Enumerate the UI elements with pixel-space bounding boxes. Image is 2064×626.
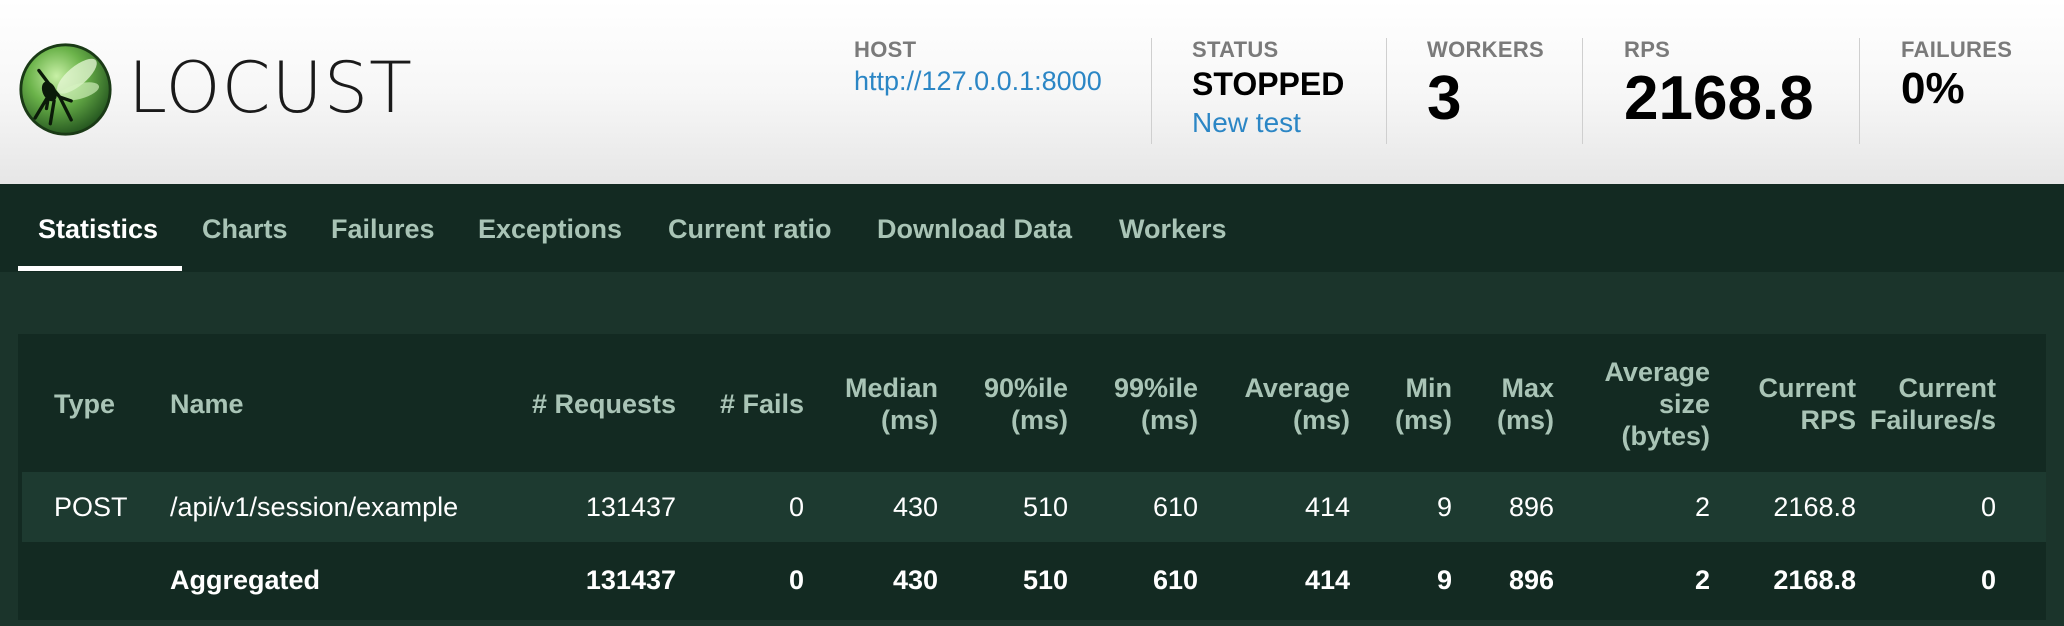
aggregated-current-rps: 2168.8 [1773, 565, 1856, 595]
cell-median: 430 [892, 492, 938, 522]
aggregated-name: Aggregated [170, 565, 321, 595]
col-header-current-failures-2: Failures/s [1869, 405, 1996, 435]
cell-fails: 0 [788, 492, 804, 522]
rps-label: RPS [1624, 37, 1671, 62]
host-label: HOST [854, 37, 917, 62]
col-header-requests[interactable]: # Requests [532, 388, 676, 420]
workers-label: WORKERS [1427, 37, 1544, 62]
divider [1151, 38, 1152, 144]
cell-type: POST [54, 492, 128, 522]
col-header-avg-size-unit: (bytes) [1621, 421, 1710, 451]
col-header-p90-unit: (ms) [1010, 405, 1068, 435]
host-link[interactable]: http://127.0.0.1:8000 [854, 64, 1102, 98]
cell-avg-size: 2 [1694, 492, 1710, 522]
rps-value: 2168.8 [1624, 64, 1814, 133]
rps-stat: RPS 2168.8 [1624, 38, 1814, 134]
status-stat: STATUS STOPPED New test [1192, 38, 1344, 140]
col-header-p99[interactable]: 99%ile [1114, 372, 1198, 404]
cell-min: 9 [1436, 492, 1452, 522]
aggregated-avg-size: 2 [1694, 565, 1710, 595]
col-header-avg-size-2: size [1658, 389, 1710, 419]
active-tab-indicator [18, 266, 182, 271]
cell-current-failures: 0 [1980, 492, 1996, 522]
col-header-fails[interactable]: # Fails [720, 388, 804, 420]
aggregated-p90: 510 [1022, 565, 1068, 595]
col-header-average[interactable]: Average [1244, 372, 1350, 404]
aggregated-average: 414 [1304, 565, 1350, 595]
status-value: STOPPED [1192, 66, 1345, 102]
col-header-p99-unit: (ms) [1140, 405, 1198, 435]
failures-value: 0% [1901, 64, 1965, 113]
aggregated-current-failures: 0 [1980, 565, 1996, 595]
workers-stat: WORKERS 3 [1427, 38, 1544, 134]
col-header-max[interactable]: Max [1501, 372, 1554, 404]
col-header-min[interactable]: Min [1406, 372, 1453, 404]
col-header-name[interactable]: Name [170, 388, 244, 420]
host-stat: HOST http://127.0.0.1:8000 [854, 38, 1102, 98]
tab-bar: Statistics Charts Failures Exceptions Cu… [0, 184, 2064, 272]
aggregated-min: 9 [1436, 565, 1452, 595]
aggregated-requests: 131437 [585, 565, 676, 595]
statistics-table: Type Name # Requests # Fails Median (ms)… [18, 334, 2046, 620]
status-label: STATUS [1192, 37, 1279, 62]
col-header-current-rps-2: RPS [1800, 405, 1856, 435]
logo-text: LOCUST [128, 47, 413, 129]
cell-name: /api/v1/session/example [170, 492, 459, 522]
aggregated-median: 430 [892, 565, 938, 595]
failures-stat: FAILURES 0% [1901, 38, 2012, 114]
col-header-type[interactable]: Type [54, 388, 115, 420]
new-test-link[interactable]: New test [1192, 106, 1344, 140]
aggregated-fails: 0 [788, 565, 804, 595]
divider [1386, 38, 1387, 144]
workers-value: 3 [1427, 64, 1462, 133]
cell-max: 896 [1508, 492, 1554, 522]
tab-exceptions[interactable]: Exceptions [478, 212, 622, 246]
cell-requests: 131437 [585, 492, 676, 522]
tab-workers[interactable]: Workers [1119, 212, 1227, 246]
col-header-p90[interactable]: 90%ile [984, 372, 1068, 404]
locust-logo-icon [19, 43, 112, 136]
cell-average: 414 [1304, 492, 1350, 522]
tab-statistics[interactable]: Statistics [38, 212, 158, 246]
failures-label: FAILURES [1901, 37, 2013, 62]
col-header-median[interactable]: Median [845, 372, 938, 404]
divider [1859, 38, 1860, 144]
top-header: LOCUST HOST http://127.0.0.1:8000 STATUS… [0, 0, 2064, 184]
cell-p90: 510 [1022, 492, 1068, 522]
col-header-avg-size[interactable]: Average [1604, 356, 1710, 388]
tab-charts[interactable]: Charts [202, 212, 288, 246]
col-header-current-failures[interactable]: Current [1898, 372, 1996, 404]
cell-current-rps: 2168.8 [1773, 492, 1856, 522]
aggregated-max: 896 [1508, 565, 1554, 595]
tab-download-data[interactable]: Download Data [877, 212, 1072, 246]
tab-current-ratio[interactable]: Current ratio [668, 212, 832, 246]
col-header-max-unit: (ms) [1496, 405, 1554, 435]
col-header-current-rps[interactable]: Current [1758, 372, 1856, 404]
cell-p99: 610 [1152, 492, 1198, 522]
aggregated-p99: 610 [1152, 565, 1198, 595]
col-header-min-unit: (ms) [1394, 405, 1452, 435]
tab-failures[interactable]: Failures [331, 212, 435, 246]
divider [1582, 38, 1583, 144]
col-header-average-unit: (ms) [1292, 405, 1350, 435]
col-header-median-unit: (ms) [880, 405, 938, 435]
